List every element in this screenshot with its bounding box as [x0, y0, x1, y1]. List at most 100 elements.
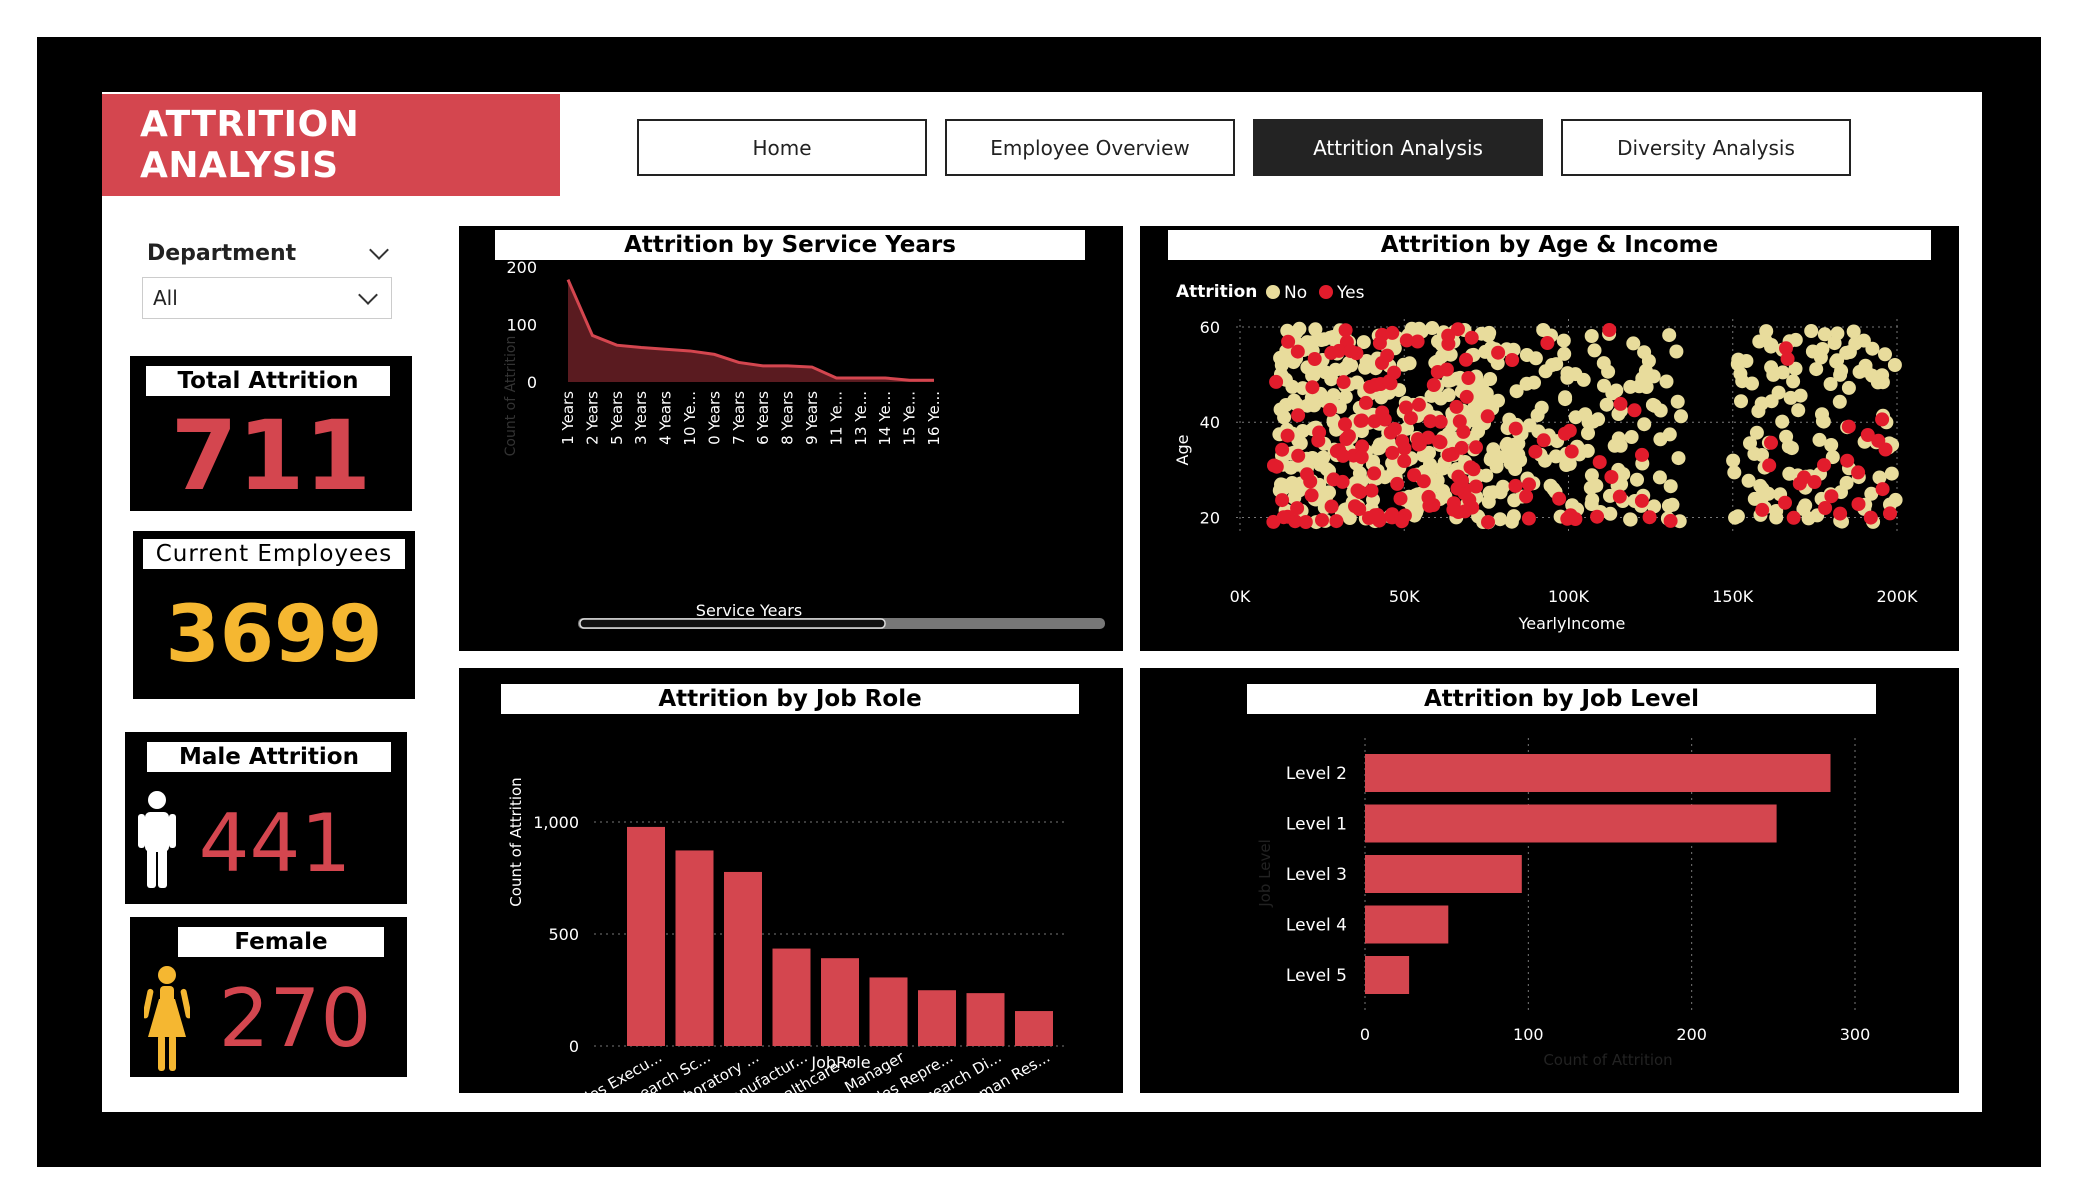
- nav-diversity-analysis-button[interactable]: Diversity Analysis: [1561, 119, 1851, 176]
- scatter-point-yes: [1380, 348, 1395, 363]
- job-role-bar[interactable]: [869, 977, 908, 1046]
- scatter-point-no: [1670, 394, 1685, 409]
- job-role-bar[interactable]: [821, 958, 859, 1046]
- scatter-point-no: [1791, 403, 1806, 418]
- department-slicer-header[interactable]: Department: [147, 238, 392, 268]
- department-dropdown[interactable]: All: [142, 277, 392, 319]
- scatter-point-yes: [1449, 399, 1464, 414]
- scatter-point-no: [1576, 372, 1591, 387]
- service-years-panel: Attrition by Service Years 0 100 200 1 Yea…: [459, 226, 1123, 651]
- scatter-point-yes: [1840, 453, 1855, 468]
- scatter-point-no: [1589, 478, 1604, 493]
- scatter-point-yes: [1267, 458, 1281, 473]
- scatter-point-yes: [1441, 336, 1456, 351]
- job-level-bar[interactable]: [1365, 855, 1522, 893]
- scatter-point-yes: [1464, 330, 1479, 345]
- job-level-ylabel: Job Level: [1256, 839, 1274, 908]
- scatter-point-yes: [1528, 444, 1543, 459]
- scatter-point-yes: [1311, 433, 1326, 448]
- job-role-bar[interactable]: [724, 871, 762, 1046]
- scatter-point-yes: [1807, 475, 1822, 489]
- scatter-point-no: [1285, 379, 1300, 394]
- chevron-down-icon[interactable]: [369, 240, 389, 260]
- service-years-xtick: 8 Years: [779, 391, 797, 445]
- service-years-scroll-thumb[interactable]: [579, 618, 886, 629]
- job-level-bar[interactable]: [1365, 754, 1831, 792]
- scatter-point-no: [1832, 394, 1847, 409]
- nav-employee-overview-button[interactable]: Employee Overview: [945, 119, 1235, 176]
- scatter-point-no: [1626, 336, 1641, 351]
- scatter-ytick: 60: [1200, 318, 1220, 337]
- service-years-xtick: 11 Ye...: [827, 391, 845, 446]
- scatter-point-no: [1308, 322, 1323, 337]
- scatter-point-yes: [1456, 424, 1471, 439]
- scatter-point-yes: [1430, 365, 1445, 379]
- scatter-point-no: [1671, 451, 1686, 466]
- service-years-area: [568, 279, 934, 382]
- service-years-xtick: 5 Years: [608, 391, 626, 445]
- job-level-bar[interactable]: [1365, 905, 1449, 944]
- scatter-point-yes: [1469, 440, 1483, 455]
- scatter-point-no: [1733, 366, 1748, 381]
- job-role-bar[interactable]: [675, 850, 714, 1046]
- scatter-point-no: [1530, 408, 1545, 423]
- scatter-point-yes: [1281, 334, 1296, 349]
- scatter-point-no: [1641, 354, 1656, 368]
- service-years-xtick: 0 Years: [705, 391, 723, 445]
- service-years-ytick: 200: [506, 258, 537, 277]
- job-role-bar[interactable]: [966, 993, 1005, 1046]
- scatter-point-yes: [1883, 506, 1897, 521]
- scatter-point-yes: [1307, 352, 1322, 366]
- job-role-ytick: 1,000: [533, 813, 579, 832]
- female-attrition-value: 270: [218, 972, 372, 1065]
- legend-yes-label: Yes: [1336, 283, 1365, 303]
- scatter-point-yes: [1875, 482, 1890, 497]
- scatter-point-no: [1287, 393, 1302, 408]
- scatter-point-no: [1276, 478, 1291, 493]
- job-role-bar[interactable]: [918, 990, 956, 1046]
- scatter-series-yes: [1266, 322, 1897, 530]
- scatter-point-yes: [1329, 514, 1344, 529]
- scatter-point-yes: [1635, 447, 1649, 462]
- job-role-bar[interactable]: [627, 826, 665, 1046]
- scatter-point-yes: [1590, 509, 1605, 524]
- scatter-xtick: 100K: [1548, 587, 1590, 606]
- scatter-point-yes: [1521, 511, 1536, 526]
- scatter-point-yes: [1459, 352, 1473, 367]
- scatter-point-yes: [1833, 506, 1848, 521]
- scatter-point-no: [1584, 329, 1599, 343]
- scatter-point-no: [1653, 432, 1668, 447]
- legend-no-swatch: [1266, 285, 1280, 299]
- male-attrition-value: 441: [198, 797, 352, 890]
- service-years-xtick: 9 Years: [803, 391, 821, 445]
- service-years-xtick: 10 Ye...: [681, 391, 699, 446]
- scatter-xtick: 150K: [1712, 587, 1754, 606]
- job-level-ytick: Level 4: [1286, 916, 1347, 936]
- scatter-point-no: [1662, 328, 1677, 343]
- scatter-point-yes: [1399, 333, 1414, 348]
- scatter-point-yes: [1363, 379, 1378, 394]
- scatter-point-no: [1609, 383, 1624, 398]
- scatter-point-no: [1865, 341, 1880, 356]
- scatter-point-no: [1801, 511, 1816, 526]
- scatter-point-yes: [1433, 414, 1448, 429]
- total-attrition-card: Total Attrition 711: [130, 356, 412, 512]
- scatter-xtick: 50K: [1389, 587, 1420, 606]
- scatter-point-no: [1483, 452, 1498, 467]
- job-level-bar[interactable]: [1365, 804, 1777, 843]
- scatter-point-no: [1441, 388, 1456, 402]
- nav-home-button[interactable]: Home: [637, 119, 927, 176]
- scatter-point-no: [1607, 438, 1622, 453]
- scatter-point-yes: [1663, 513, 1678, 528]
- scatter-point-no: [1878, 347, 1892, 362]
- scatter-point-yes: [1411, 397, 1426, 412]
- job-level-bar[interactable]: [1365, 956, 1410, 994]
- scatter-point-yes: [1300, 467, 1314, 482]
- scatter-point-yes: [1642, 510, 1657, 525]
- job-role-bar[interactable]: [772, 948, 811, 1046]
- scatter-point-no: [1305, 335, 1320, 350]
- nav-attrition-analysis-button[interactable]: Attrition Analysis: [1253, 119, 1543, 176]
- scatter-point-no: [1764, 339, 1778, 354]
- scatter-point-yes: [1851, 465, 1866, 480]
- job-role-bar[interactable]: [1015, 1011, 1053, 1046]
